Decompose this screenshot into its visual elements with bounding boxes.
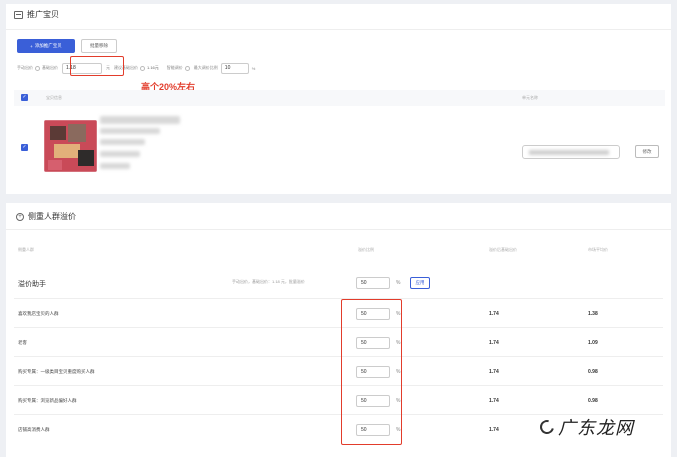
page: 推广宝贝 + 添加推广宝贝 批量移除 手动出价 基础出价 1.18 元 建议基础… bbox=[0, 0, 677, 457]
suggested-bid-value: 1.74 bbox=[489, 398, 499, 404]
market-avg-value: 0.98 bbox=[588, 369, 598, 375]
modify-button[interactable]: 修改 bbox=[635, 145, 659, 158]
col-unit-name: 单元名称 bbox=[522, 95, 538, 100]
plus-circle-icon: + bbox=[16, 212, 24, 221]
watermark: 广东龙网 bbox=[537, 414, 634, 440]
row-divider bbox=[14, 356, 663, 357]
max-ratio-input[interactable]: 10 bbox=[220, 62, 249, 74]
apply-button[interactable]: 应用 bbox=[410, 277, 430, 289]
col-premium: 溢价比例 bbox=[358, 247, 374, 252]
help-icon bbox=[35, 65, 40, 71]
item-detail-blur bbox=[100, 128, 160, 134]
item-table-header: ✓ 宝贝信息 单元名称 bbox=[14, 90, 665, 106]
crowd-row-name: 老客 bbox=[18, 340, 27, 345]
suggested-bid-value: 1.74 bbox=[489, 340, 499, 346]
suggested-bid-value: 1.74 bbox=[489, 427, 499, 433]
col-item-info: 宝贝信息 bbox=[46, 95, 62, 100]
box-icon bbox=[14, 10, 23, 19]
select-all-checkbox[interactable]: ✓ bbox=[21, 94, 28, 101]
market-avg-value: 1.38 bbox=[588, 311, 598, 317]
item-thumbnail bbox=[44, 120, 97, 172]
crowd-header: + 侧重人群溢价 bbox=[16, 211, 76, 222]
suggested-bid-value: 1.74 bbox=[489, 311, 499, 317]
market-avg-value: 1.09 bbox=[588, 340, 598, 346]
divider bbox=[6, 229, 671, 230]
suggested-bid-value: 1.74 bbox=[489, 369, 499, 375]
market-avg-value: 0.98 bbox=[588, 398, 598, 404]
col-crowd: 侧重人群 bbox=[18, 247, 34, 252]
crowd-row-name: 喜欢我店宝贝的人群 bbox=[18, 311, 59, 316]
row-divider bbox=[14, 298, 663, 299]
premium-helper-text: 手动出价，基础出价：1.18 元，批量溢价 bbox=[232, 279, 305, 284]
item-detail-blur bbox=[100, 163, 130, 169]
crowd-row-name: 购买专属：浏览新品偏好人群 bbox=[18, 398, 77, 403]
premium-helper-title: 溢价助手 bbox=[18, 281, 46, 288]
premium-highlight-box bbox=[341, 299, 402, 445]
unit-name-field[interactable] bbox=[522, 145, 620, 159]
crowd-row-name: 店铺高消费人群 bbox=[18, 427, 50, 432]
row-divider bbox=[14, 385, 663, 386]
row-divider bbox=[14, 327, 663, 328]
bid-settings-row: 手动出价 基础出价 1.18 元 建议基础出价 1.16元 智能调价 最大调价比… bbox=[17, 62, 255, 74]
divider bbox=[6, 29, 671, 30]
highlight-box bbox=[70, 56, 124, 76]
promo-card: 推广宝贝 + 添加推广宝贝 批量移除 手动出价 基础出价 1.18 元 建议基础… bbox=[6, 4, 671, 194]
item-detail-blur bbox=[100, 139, 145, 145]
batch-premium-input[interactable]: 50 bbox=[356, 277, 390, 289]
row-checkbox[interactable]: ✓ bbox=[21, 144, 28, 151]
promo-title: 推广宝贝 bbox=[27, 10, 59, 19]
batch-remove-button[interactable]: 批量移除 bbox=[81, 39, 117, 53]
watermark-text: 广东龙网 bbox=[558, 418, 634, 439]
watermark-logo-icon bbox=[537, 417, 557, 437]
col-market-avg: 市场平均价 bbox=[588, 247, 608, 252]
item-title-blur bbox=[100, 116, 180, 124]
plus-icon: + bbox=[30, 43, 33, 49]
add-item-button[interactable]: + 添加推广宝贝 bbox=[17, 39, 75, 53]
help-icon bbox=[184, 65, 190, 71]
promo-header: 推广宝贝 bbox=[14, 9, 59, 20]
item-detail-blur bbox=[100, 151, 140, 157]
col-suggested-bid: 溢价后基础出价 bbox=[489, 247, 517, 252]
help-icon bbox=[140, 65, 145, 71]
crowd-row-name: 购买专属：一级类目宝贝重度购买人群 bbox=[18, 369, 95, 374]
crowd-title: 侧重人群溢价 bbox=[28, 212, 76, 221]
